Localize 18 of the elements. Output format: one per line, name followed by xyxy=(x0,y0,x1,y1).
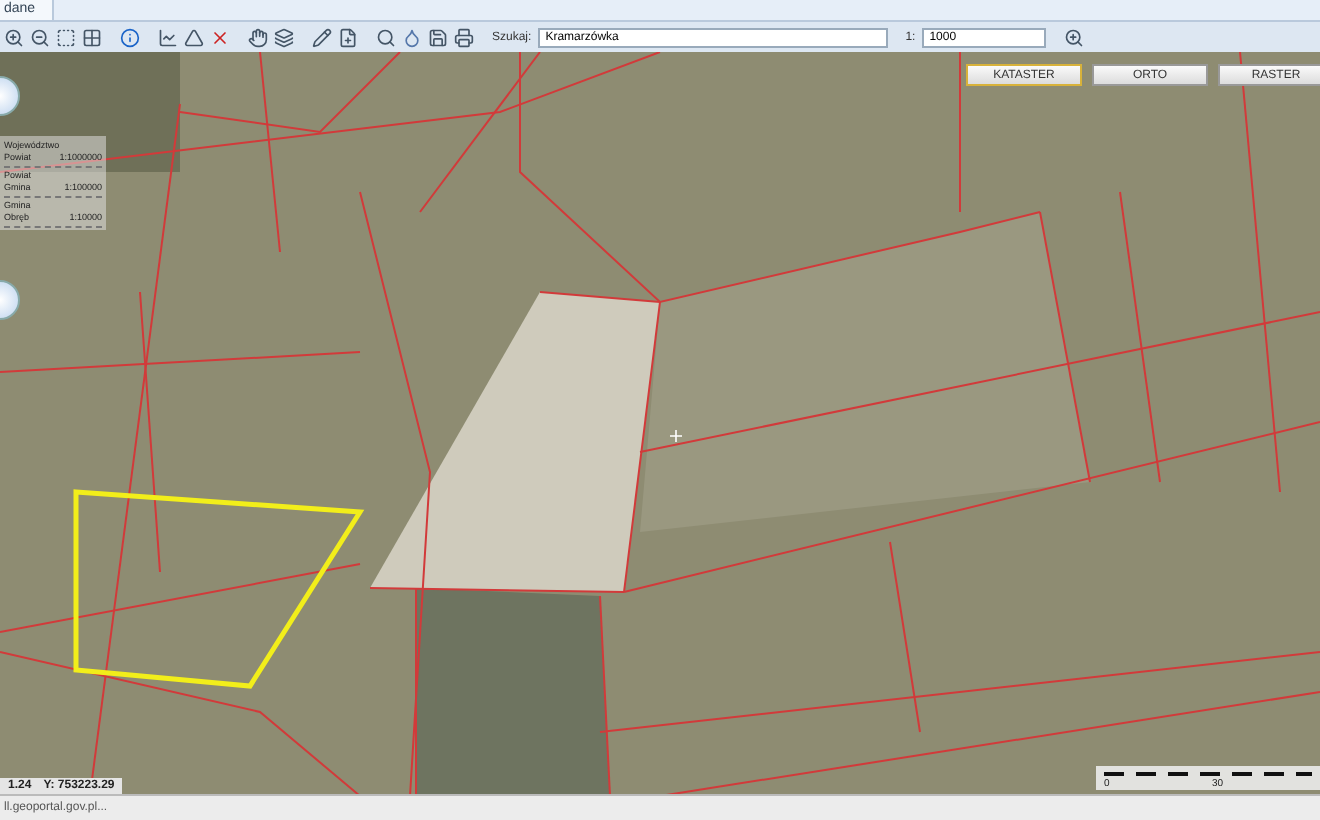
select-icon[interactable] xyxy=(56,27,76,47)
zoom-icon[interactable] xyxy=(1063,27,1084,47)
printer-icon[interactable] xyxy=(454,27,474,47)
delete-icon[interactable] xyxy=(210,27,230,47)
layers-icon[interactable] xyxy=(274,27,294,47)
save-icon[interactable] xyxy=(428,27,448,47)
line-icon[interactable] xyxy=(158,27,178,47)
add-icon[interactable] xyxy=(338,27,358,47)
drop-icon[interactable] xyxy=(402,27,422,47)
zoom-in-icon[interactable] xyxy=(4,27,24,47)
grid-icon[interactable] xyxy=(82,27,102,47)
hand-icon[interactable] xyxy=(248,27,268,47)
area-icon[interactable] xyxy=(184,27,204,47)
search-icon[interactable] xyxy=(376,27,396,47)
pencil-icon[interactable] xyxy=(312,27,332,47)
zoom-out-icon[interactable] xyxy=(30,27,50,47)
crosshair-icon xyxy=(669,429,683,443)
info-icon[interactable] xyxy=(120,27,140,47)
